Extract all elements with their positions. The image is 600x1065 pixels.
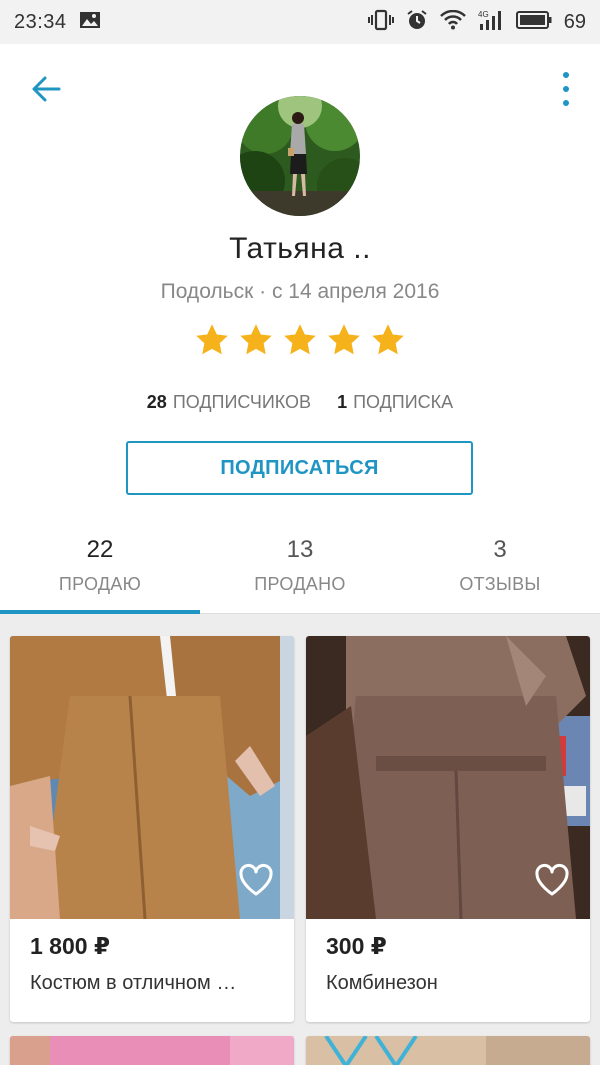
- profile-tabs: 22 ПРОДАЮ 13 ПРОДАНО 3 ОТЗЫВЫ: [0, 526, 600, 614]
- follow-stats: 28 ПОДПИСЧИКОВ 1 ПОДПИСКА: [0, 392, 600, 413]
- dot-icon: [563, 100, 569, 106]
- dot-icon: [563, 72, 569, 78]
- star-icon: [328, 324, 360, 355]
- tab-count: 13: [286, 536, 314, 563]
- listing-photo: [306, 636, 590, 919]
- tab-count: 3: [493, 536, 507, 563]
- tab-reviews[interactable]: 3 ОТЗЫВЫ: [400, 526, 600, 613]
- vibrate-icon: [367, 9, 394, 36]
- followers-label: ПОДПИСЧИКОВ: [172, 392, 312, 412]
- listing-card[interactable]: 300 ₽ Комбинезон: [306, 636, 590, 1022]
- network-type-label: 4G: [478, 10, 489, 19]
- listing-info: 1 800 ₽ Костюм в отличном …: [10, 919, 294, 1022]
- listing-info: 300 ₽ Комбинезон: [306, 919, 590, 1022]
- wifi-icon: [439, 9, 466, 35]
- image-notification-icon: [79, 11, 101, 34]
- heart-icon[interactable]: [534, 863, 570, 897]
- listing-photo: [306, 1036, 590, 1065]
- more-options-button[interactable]: [558, 72, 574, 106]
- alarm-icon: [406, 9, 428, 36]
- tab-selling[interactable]: 22 ПРОДАЮ: [0, 526, 200, 614]
- following-link[interactable]: 1 ПОДПИСКА: [337, 392, 453, 413]
- avatar-photo: [240, 96, 360, 216]
- subscribe-button[interactable]: ПОДПИСАТЬСЯ: [126, 441, 473, 495]
- profile-location-since: Подольск · с 14 апреля 2016: [160, 280, 440, 303]
- tab-count: 22: [86, 536, 114, 563]
- listing-title: Костюм в отличном …: [30, 972, 237, 994]
- listing-card[interactable]: 1 800 ₽ Костюм в отличном …: [10, 636, 294, 1022]
- listing-card[interactable]: [306, 1036, 590, 1065]
- followers-link[interactable]: 28 ПОДПИСЧИКОВ: [147, 392, 311, 413]
- listing-price: 1 800 ₽: [30, 933, 110, 959]
- listing-photo: [10, 636, 294, 919]
- dot-icon: [563, 86, 569, 92]
- tab-label: ПРОДАНО: [254, 574, 346, 594]
- signal-icon: 4G: [478, 9, 504, 36]
- listing-photo: [10, 1036, 294, 1065]
- rating-stars: [0, 322, 600, 358]
- listings-grid: 1 800 ₽ Костюм в отличном … 300 ₽ Комбин…: [0, 614, 600, 1065]
- battery-icon: [515, 10, 552, 34]
- avatar[interactable]: [240, 96, 360, 216]
- profile-name: Татьяна ..: [229, 232, 371, 265]
- tab-sold[interactable]: 13 ПРОДАНО: [200, 526, 400, 613]
- following-count: 1: [337, 392, 348, 412]
- star-icon: [240, 324, 272, 355]
- status-right-icons: 4G 69: [367, 9, 586, 36]
- battery-percent: 69: [563, 10, 586, 33]
- heart-icon[interactable]: [238, 863, 274, 897]
- tab-label: ОТЗЫВЫ: [459, 574, 541, 594]
- listing-title: Комбинезон: [326, 972, 438, 994]
- star-icon: [284, 324, 316, 355]
- listing-card[interactable]: [10, 1036, 294, 1065]
- star-icon: [372, 324, 404, 355]
- status-bar: 23:34 4G 69: [0, 0, 600, 44]
- status-time: 23:34: [14, 10, 67, 33]
- star-icon: [196, 324, 228, 355]
- tab-label: ПРОДАЮ: [58, 574, 142, 594]
- followers-count: 28: [146, 392, 167, 412]
- back-button[interactable]: [28, 74, 64, 104]
- listing-price: 300 ₽: [326, 933, 387, 959]
- arrow-left-icon: [32, 76, 61, 102]
- following-label: ПОДПИСКА: [353, 392, 454, 412]
